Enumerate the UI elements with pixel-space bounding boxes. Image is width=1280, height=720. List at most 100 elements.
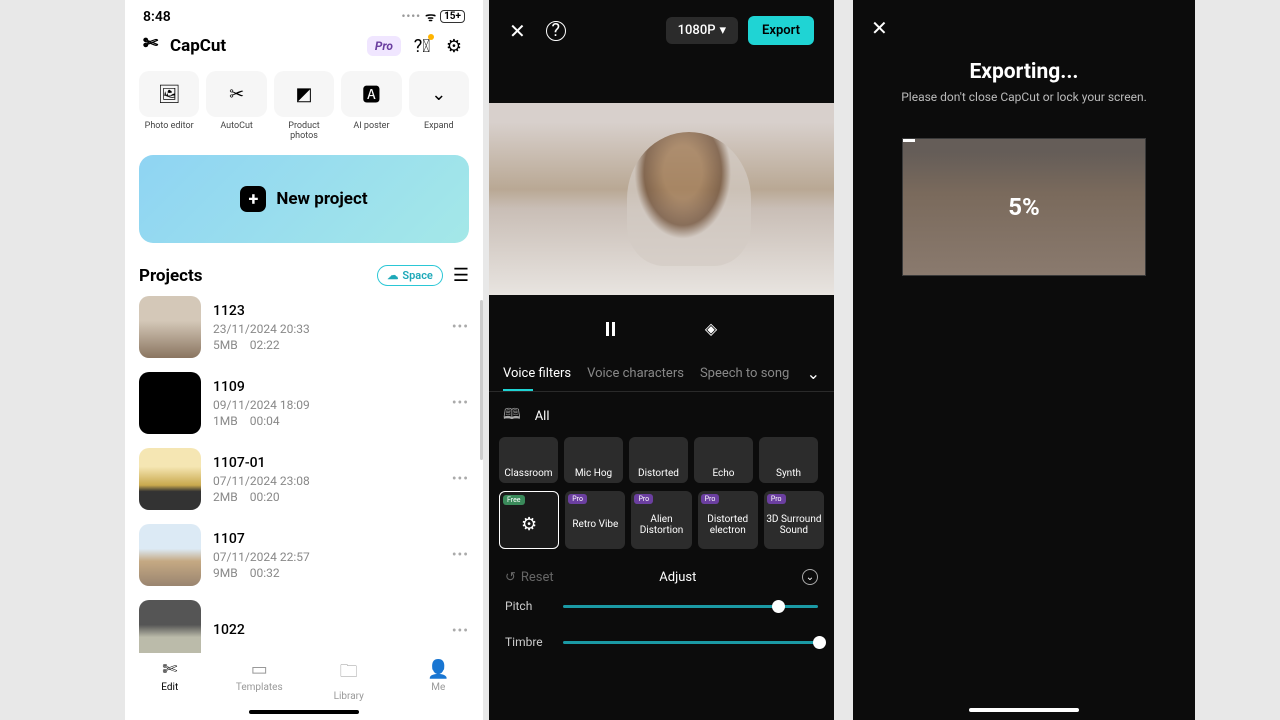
quick-tool-4[interactable]: ⌄ Expand (409, 71, 469, 141)
slider-timbre[interactable]: Timbre (505, 635, 818, 649)
project-more-icon[interactable]: ••• (452, 319, 469, 335)
project-name: 1022 (213, 622, 440, 638)
scrollbar[interactable] (480, 300, 483, 460)
project-info: 1123 23/11/2024 20:335MB02:22 (213, 303, 440, 352)
voice-tabs: Voice filters Voice characters Speech to s… (489, 356, 834, 392)
filter-badge: Free (503, 495, 525, 505)
tab-1[interactable]: Voice characters (587, 356, 684, 391)
project-thumbnail (139, 372, 201, 434)
nav-me[interactable]: 👤 Me (394, 659, 484, 702)
status-bar: 8:48 •••• ᯤ 15+ (125, 0, 483, 29)
project-item[interactable]: 1107 07/11/2024 22:579MB00:32 ••• (139, 524, 469, 586)
project-info: 1109 09/11/2024 18:091MB00:04 (213, 379, 440, 428)
logo-icon (143, 35, 165, 57)
project-info: 1107-01 07/11/2024 23:082MB00:20 (213, 455, 440, 504)
nav-icon: ▭ (215, 659, 305, 680)
adjust-bar: ↺ Reset Adjust ⌄ (489, 555, 834, 593)
project-info: 1107 07/11/2024 22:579MB00:32 (213, 531, 440, 580)
settings-icon[interactable]: ⚙ (443, 35, 465, 57)
project-name: 1109 (213, 379, 440, 395)
close-icon[interactable]: ✕ (509, 19, 526, 43)
project-list[interactable]: 1123 23/11/2024 20:335MB02:22 ••• 1109 0… (125, 296, 483, 653)
quick-tool-label: Product photos (274, 121, 334, 141)
voice-filter-tile[interactable]: Pro Distorted electron (698, 491, 758, 549)
logo: CapCut (143, 35, 226, 57)
export-button[interactable]: Export (748, 16, 814, 45)
project-more-icon[interactable]: ••• (452, 547, 469, 563)
filter-row-1: ClassroomMic HogDistortedEchoSynth (489, 437, 834, 483)
project-info: 1022 (213, 622, 440, 641)
editor-topbar: ✕ ? 1080P ▾ Export (489, 0, 834, 55)
category-all[interactable]: All (535, 409, 550, 424)
sort-icon[interactable]: ☰ (453, 265, 469, 286)
project-item[interactable]: 1123 23/11/2024 20:335MB02:22 ••• (139, 296, 469, 358)
plus-icon: + (240, 186, 266, 212)
nav-label: Edit (161, 682, 178, 693)
brand-label: CapCut (170, 36, 226, 56)
space-label: Space (402, 269, 432, 282)
adjust-label: Adjust (659, 570, 696, 585)
close-icon[interactable]: ✕ (853, 0, 1195, 56)
project-more-icon[interactable]: ••• (452, 471, 469, 487)
voice-filter-tile[interactable]: Pro Retro Vibe (565, 491, 625, 549)
project-item[interactable]: 1109 09/11/2024 18:091MB00:04 ••• (139, 372, 469, 434)
nav-label: Me (431, 682, 445, 693)
new-project-button[interactable]: + New project (139, 155, 469, 243)
voice-filter-tile[interactable]: Mic Hog (564, 437, 623, 483)
rotate-icon[interactable]: ◈ (705, 319, 717, 338)
voice-filter-tile[interactable]: Free ⚙ (499, 491, 559, 549)
slider-thumb[interactable] (772, 600, 785, 613)
quick-tool-icon: 🖼 (139, 71, 199, 117)
pause-icon[interactable] (606, 322, 615, 336)
wifi-icon: ᯤ (425, 8, 436, 25)
quick-tool-1[interactable]: ✂ AutoCut (206, 71, 266, 141)
quick-tool-icon: ◩ (274, 71, 334, 117)
voice-filter-tile[interactable]: Echo (694, 437, 753, 483)
project-item[interactable]: 1022 ••• (139, 600, 469, 653)
tab-2[interactable]: Speech to song (700, 356, 789, 391)
more-icon[interactable]: ⌄ (802, 569, 818, 585)
status-icons: •••• ᯤ 15+ (401, 8, 465, 25)
filter-badge: Pro (568, 494, 587, 504)
quick-tool-icon: ✂ (206, 71, 266, 117)
export-title: Exporting... (853, 60, 1195, 84)
filter-badge: Pro (767, 494, 786, 504)
slider-track[interactable] (563, 605, 818, 608)
nav-edit[interactable]: ✄ Edit (125, 659, 215, 702)
voice-filter-tile[interactable]: Pro 3D Surround Sound (764, 491, 824, 549)
quick-tools-row: 🖼 Photo editor ✂ AutoCut ◩ Product photo… (125, 67, 483, 141)
project-thumbnail (139, 524, 201, 586)
slider-pitch[interactable]: Pitch (505, 599, 818, 613)
space-button[interactable]: ☁ Space (377, 265, 442, 286)
slider-track[interactable] (563, 641, 818, 644)
nav-icon: 👤 (394, 659, 484, 680)
confirm-icon[interactable]: ⌄ (807, 364, 820, 383)
status-time: 8:48 (143, 9, 171, 25)
resolution-selector[interactable]: 1080P ▾ (666, 17, 738, 44)
video-preview[interactable] (489, 103, 834, 295)
project-more-icon[interactable]: ••• (452, 623, 469, 639)
voice-filter-tile[interactable]: Pro Alien Distortion (631, 491, 691, 549)
help-icon[interactable]: ?⃝ (411, 35, 433, 57)
project-thumbnail (139, 600, 201, 653)
quick-tool-label: Photo editor (139, 121, 199, 131)
voice-filter-tile[interactable]: Synth (759, 437, 818, 483)
quick-tool-0[interactable]: 🖼 Photo editor (139, 71, 199, 141)
quick-tool-3[interactable]: 🅰 AI poster (341, 71, 401, 141)
quick-tool-2[interactable]: ◩ Product photos (274, 71, 334, 141)
voice-filter-tile[interactable]: Classroom (499, 437, 558, 483)
reset-button[interactable]: ↺ Reset (505, 570, 554, 585)
pro-badge[interactable]: Pro (367, 36, 401, 56)
nav-templates[interactable]: ▭ Templates (215, 659, 305, 702)
nav-library[interactable]: 🗀 Library (304, 659, 394, 702)
help-icon[interactable]: ? (546, 21, 566, 41)
slider-thumb[interactable] (813, 636, 826, 649)
filter-badge: Pro (634, 494, 653, 504)
filter-category-row: 🕮 All (489, 392, 834, 437)
bookmark-icon[interactable]: 🕮 (503, 404, 521, 429)
project-more-icon[interactable]: ••• (452, 395, 469, 411)
voice-filter-tile[interactable]: Distorted (629, 437, 688, 483)
project-item[interactable]: 1107-01 07/11/2024 23:082MB00:20 ••• (139, 448, 469, 510)
tab-0[interactable]: Voice filters (503, 356, 571, 391)
project-thumbnail (139, 448, 201, 510)
